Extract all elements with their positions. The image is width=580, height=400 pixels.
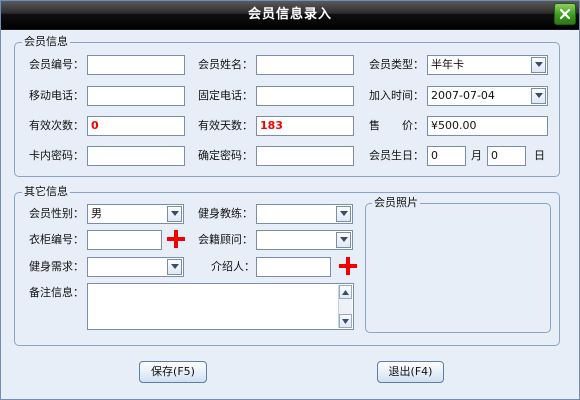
member-name-label: 会员姓名： xyxy=(198,58,253,71)
birthday-day-label: 日 xyxy=(534,149,545,162)
member-photo-group[interactable]: 会员照片 xyxy=(365,196,551,333)
member-info-title: 会员信息 xyxy=(22,35,70,49)
mobile-input[interactable] xyxy=(87,86,185,106)
notes-scrollbar[interactable] xyxy=(338,285,352,328)
fitness-needs-dropdown-button[interactable] xyxy=(167,259,182,275)
window-titlebar: 会员信息录入 xyxy=(1,1,579,30)
landline-input[interactable] xyxy=(256,86,354,106)
valid-days-input[interactable]: 183 xyxy=(256,116,354,136)
plus-icon xyxy=(167,230,185,248)
valid-days-label: 有效天数： xyxy=(198,119,253,132)
member-name-input[interactable] xyxy=(256,55,354,75)
coach-select[interactable] xyxy=(256,204,353,224)
chevron-up-icon xyxy=(342,289,349,295)
locker-no-input[interactable] xyxy=(87,230,162,250)
notes-scroll-up-button[interactable] xyxy=(339,285,352,299)
birthday-month-label: 月 xyxy=(471,149,482,162)
chevron-down-icon xyxy=(534,62,543,67)
join-time-picker[interactable]: 2007-07-04 xyxy=(427,86,548,106)
notes-scroll-down-button[interactable] xyxy=(339,314,352,328)
card-password-input[interactable] xyxy=(87,146,185,166)
other-info-title: 其它信息 xyxy=(22,185,70,199)
mobile-label: 移动电话： xyxy=(29,89,84,102)
gender-label: 会员性别： xyxy=(29,207,84,220)
plus-icon xyxy=(339,257,357,275)
member-entry-window: 会员信息录入 会员信息 会员编号： 会员姓名： 会员类型： 半年卡 移动电话： … xyxy=(0,0,580,400)
member-type-value: 半年卡 xyxy=(431,58,464,71)
price-label: 售 价： xyxy=(369,119,424,132)
member-type-select[interactable]: 半年卡 xyxy=(427,55,548,75)
member-photo-title: 会员照片 xyxy=(372,196,420,210)
birthday-label: 会员生日： xyxy=(369,149,424,162)
fitness-needs-label: 健身需求： xyxy=(29,260,84,273)
chevron-down-icon xyxy=(339,237,348,242)
save-button[interactable]: 保存(F5) xyxy=(139,361,207,383)
confirm-password-label: 确定密码： xyxy=(198,149,253,162)
member-no-input[interactable] xyxy=(87,55,185,75)
locker-no-label: 衣柜编号： xyxy=(29,233,84,246)
add-referrer-button[interactable] xyxy=(339,257,357,275)
sales-advisor-label: 会籍顾问： xyxy=(198,233,253,246)
member-type-label: 会员类型： xyxy=(369,58,424,71)
close-icon xyxy=(559,8,571,20)
join-time-value: 2007-07-04 xyxy=(431,89,495,102)
chevron-down-icon xyxy=(339,211,348,216)
gender-dropdown-button[interactable] xyxy=(167,206,182,222)
member-no-label: 会员编号： xyxy=(29,58,84,71)
price-input[interactable]: ¥500.00 xyxy=(427,116,548,136)
exit-button[interactable]: 退出(F4) xyxy=(377,361,444,383)
referrer-label: 介绍人： xyxy=(211,260,255,273)
notes-label: 备注信息： xyxy=(29,286,84,299)
form-content: 会员信息 会员编号： 会员姓名： 会员类型： 半年卡 移动电话： 固定电话： 加… xyxy=(1,30,579,399)
confirm-password-input[interactable] xyxy=(256,146,354,166)
chevron-down-icon xyxy=(342,318,349,324)
valid-count-label: 有效次数： xyxy=(29,119,84,132)
gender-value: 男 xyxy=(91,207,102,220)
sales-advisor-select[interactable] xyxy=(256,230,353,250)
card-password-label: 卡内密码： xyxy=(29,149,84,162)
gender-select[interactable]: 男 xyxy=(87,204,184,224)
birthday-month-input[interactable]: 0 xyxy=(427,146,466,166)
close-button[interactable] xyxy=(554,3,576,25)
birthday-day-input[interactable]: 0 xyxy=(487,146,526,166)
coach-label: 健身教练： xyxy=(198,207,253,220)
valid-count-input[interactable]: 0 xyxy=(87,116,185,136)
sales-advisor-dropdown-button[interactable] xyxy=(336,232,351,248)
member-type-dropdown-button[interactable] xyxy=(531,57,546,73)
chevron-down-icon xyxy=(170,211,179,216)
chevron-down-icon xyxy=(170,264,179,269)
join-time-label: 加入时间： xyxy=(369,89,424,102)
add-locker-button[interactable] xyxy=(167,230,185,248)
landline-label: 固定电话： xyxy=(198,89,253,102)
coach-dropdown-button[interactable] xyxy=(336,206,351,222)
window-title: 会员信息录入 xyxy=(247,7,332,22)
notes-textarea[interactable] xyxy=(87,283,354,330)
join-time-dropdown-button[interactable] xyxy=(531,88,546,104)
referrer-input[interactable] xyxy=(256,257,331,277)
chevron-down-icon xyxy=(534,93,543,98)
fitness-needs-select[interactable] xyxy=(87,257,184,277)
